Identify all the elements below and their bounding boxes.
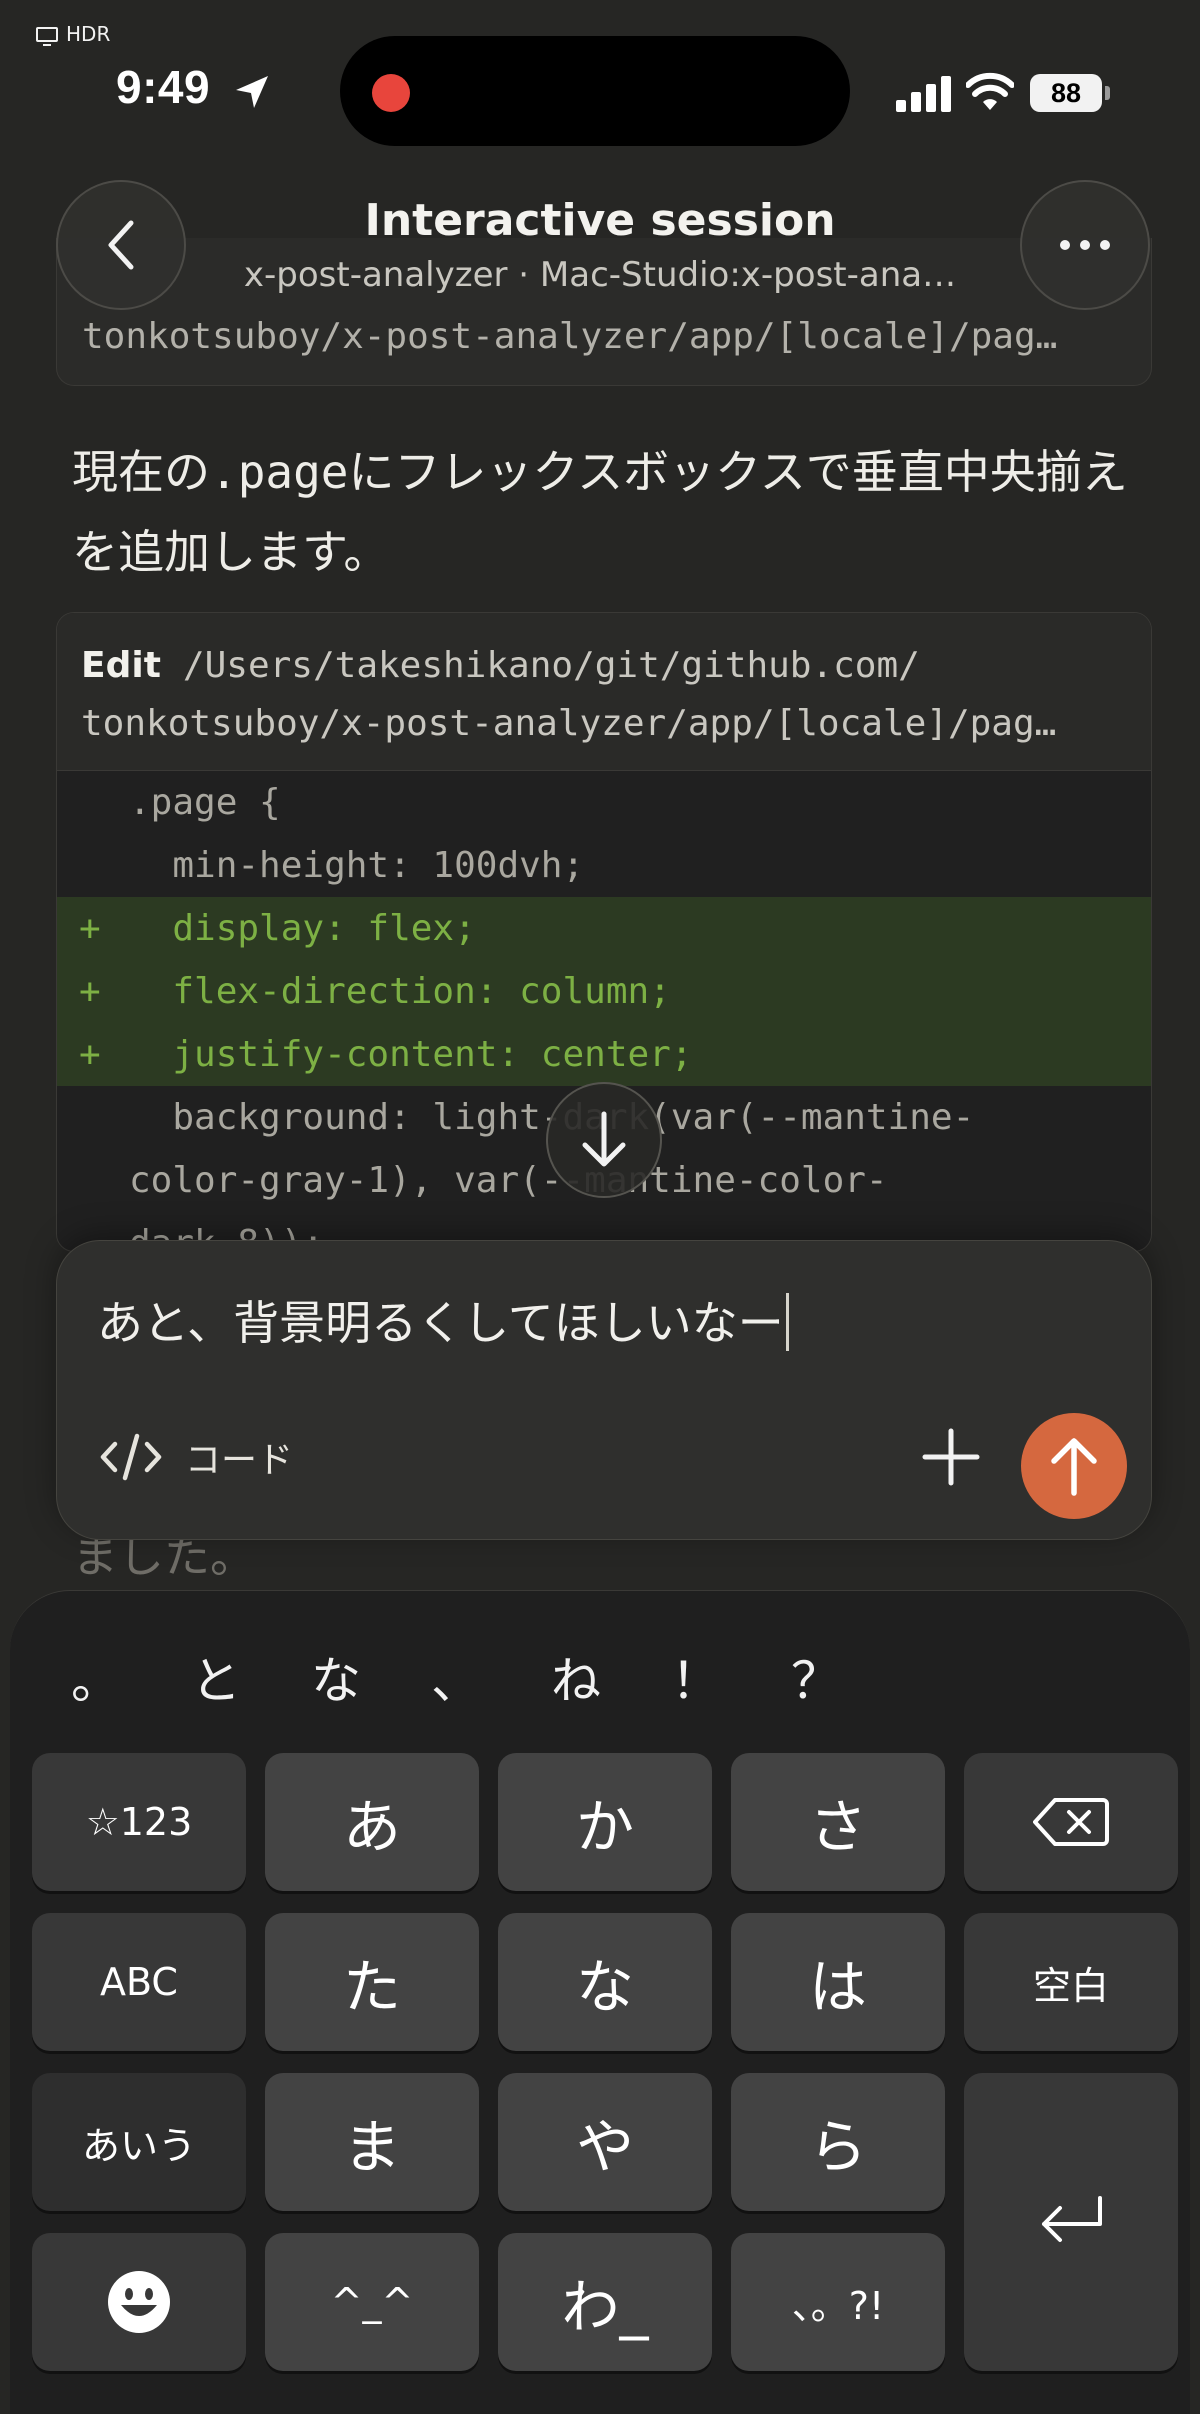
return-key[interactable] — [964, 2073, 1178, 2371]
wifi-icon — [966, 72, 1014, 110]
suggestion-item[interactable]: な — [276, 1641, 396, 1713]
return-icon — [1042, 2196, 1102, 2242]
suggestion-item[interactable]: ？ — [756, 1641, 876, 1713]
japanese-keyboard: 。 と な 、 ね ！ ？ ☆123 あ か さ ABC た な は 空白 あい… — [10, 1590, 1190, 2414]
key-ta[interactable]: た — [265, 1913, 479, 2051]
scroll-to-bottom-button[interactable] — [546, 1082, 662, 1198]
plus-icon — [922, 1428, 980, 1486]
ellipsis-icon — [1060, 240, 1110, 250]
backspace-icon — [1033, 1798, 1109, 1846]
recording-indicator — [372, 74, 410, 112]
back-button[interactable] — [56, 180, 186, 310]
suggestion-item[interactable]: 。 — [36, 1641, 156, 1713]
input-value: あと、背景明るくしてほしいなー — [97, 1296, 784, 1350]
session-title: Interactive session — [364, 195, 836, 246]
key-ha[interactable]: は — [731, 1913, 945, 2051]
code-mode-button[interactable]: コード — [99, 1431, 293, 1483]
key-numbers[interactable]: ☆123 — [32, 1753, 246, 1891]
message-text: 現在の — [72, 445, 210, 499]
key-a[interactable]: あ — [265, 1753, 479, 1891]
diff-line: min-height: 100dvh; — [129, 845, 585, 886]
file-path: /Users/takeshikano/git/github.com/ — [182, 645, 920, 686]
key-abc[interactable]: ABC — [32, 1913, 246, 2051]
diff-line-added: + flex-direction: column; — [57, 960, 1151, 1023]
space-key[interactable]: 空白 — [964, 1913, 1178, 2051]
emoji-key[interactable] — [32, 2233, 246, 2371]
delete-key[interactable] — [964, 1753, 1178, 1891]
suggestion-item[interactable]: ね — [516, 1641, 636, 1713]
diff-line-added: + display: flex; — [57, 897, 1151, 960]
monitor-icon — [36, 26, 58, 46]
arrow-up-icon — [1051, 1438, 1097, 1496]
arrow-down-icon — [582, 1111, 626, 1167]
tool-name: Edit — [81, 645, 161, 686]
key-ra[interactable]: ら — [731, 2073, 945, 2211]
file-path: tonkotsuboy/x-post-analyzer/app/[locale]… — [81, 703, 1057, 744]
suggestion-item[interactable]: ！ — [636, 1641, 756, 1713]
key-sa[interactable]: さ — [731, 1753, 945, 1891]
battery-indicator: 88 — [1030, 74, 1110, 112]
emoji-icon — [108, 2271, 170, 2333]
edit-tool-header: Edit/Users/takeshikano/git/github.com/ t… — [57, 613, 1151, 771]
attach-button[interactable] — [905, 1411, 997, 1503]
status-time: 9:49 — [116, 61, 211, 113]
assistant-message: 現在の.pageにフレックスボックスで垂直中央揃えを追加します。 — [72, 432, 1132, 592]
more-options-button[interactable] — [1020, 180, 1150, 310]
suggestion-item[interactable]: と — [156, 1641, 276, 1713]
code-icon — [100, 1433, 162, 1481]
diff-line-added: + justify-content: center; — [57, 1023, 1151, 1086]
key-ka[interactable]: か — [498, 1753, 712, 1891]
key-ma[interactable]: ま — [265, 2073, 479, 2211]
hdr-indicator: HDR — [36, 22, 110, 46]
previous-tool-path: tonkotsuboy/x-post-analyzer/app/[locale]… — [82, 316, 1058, 357]
hdr-label: HDR — [66, 22, 111, 46]
send-button[interactable] — [1021, 1413, 1127, 1519]
key-punctuation[interactable]: 、。?! — [731, 2233, 945, 2371]
inline-code: .page — [210, 445, 349, 499]
key-na[interactable]: な — [498, 1913, 712, 2051]
dynamic-island — [340, 36, 850, 146]
cellular-signal-icon — [896, 76, 951, 112]
chevron-left-icon — [108, 220, 134, 270]
message-composer: あと、背景明るくしてほしいなー コード — [56, 1240, 1152, 1540]
key-wa[interactable]: わ_ — [498, 2233, 712, 2371]
suggestion-item[interactable]: 、 — [396, 1641, 516, 1713]
mode-label: コード — [185, 1440, 294, 1481]
battery-level: 88 — [1030, 74, 1102, 112]
key-kaomoji[interactable]: ^_^ — [265, 2233, 479, 2371]
message-input[interactable]: あと、背景明るくしてほしいなー — [97, 1287, 1097, 1353]
text-caret — [785, 1293, 789, 1351]
session-subtitle: x-post-analyzer · Mac-Studio:x-post-ana… — [243, 255, 957, 295]
diff-line: .page { — [129, 782, 281, 823]
suggestion-bar: 。 と な 、 ね ！ ？ — [36, 1641, 876, 1713]
battery-cap — [1105, 86, 1110, 100]
key-ya[interactable]: や — [498, 2073, 712, 2211]
location-arrow-icon — [236, 76, 268, 108]
key-kana-mode[interactable]: あいう — [32, 2073, 246, 2211]
